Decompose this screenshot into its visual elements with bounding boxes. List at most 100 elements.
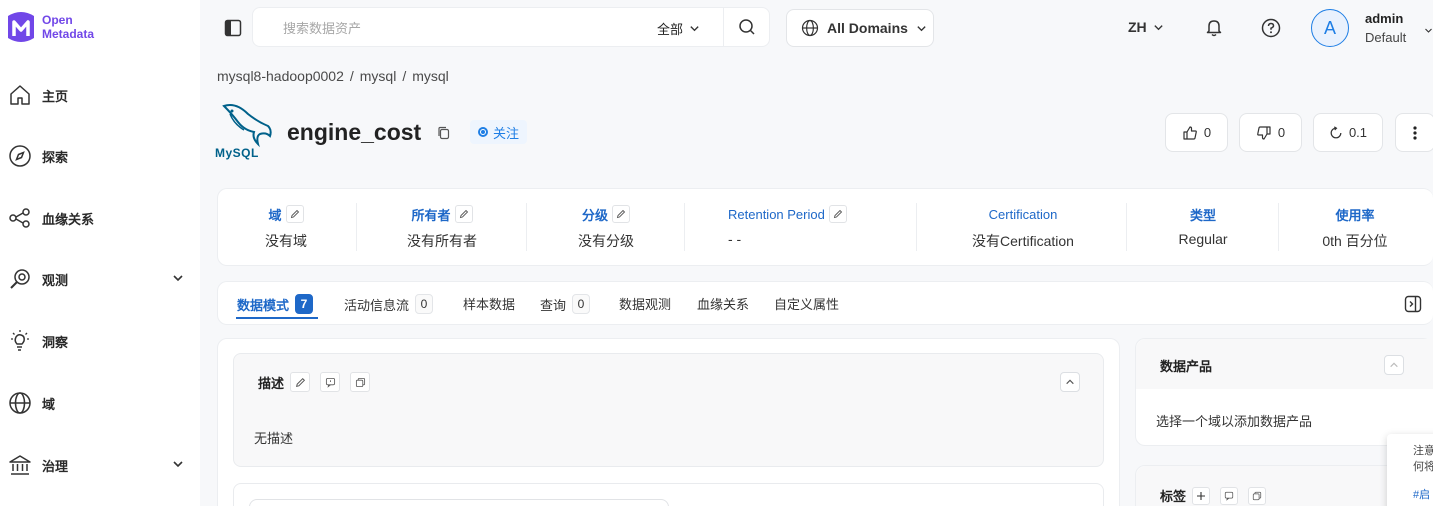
- globe-icon: [8, 391, 32, 415]
- compass-icon: [8, 144, 32, 168]
- edit-icon[interactable]: [290, 372, 311, 392]
- info-label: 使用率: [1335, 207, 1375, 223]
- info-value: 没有所有者: [407, 233, 477, 249]
- tab-count: 7: [295, 294, 314, 314]
- sidebar-item-label: 探索: [42, 149, 69, 165]
- bell-icon[interactable]: [1204, 17, 1224, 37]
- help-icon[interactable]: [1261, 18, 1281, 38]
- search-button[interactable]: [723, 8, 769, 46]
- tab-label: 血缘关系: [697, 297, 750, 312]
- info-label: 域: [268, 207, 282, 223]
- info-certification: Certification 没有Certification: [918, 203, 1128, 251]
- data-products-card: 数据产品 选择一个域以添加数据产品: [1135, 338, 1433, 446]
- search-scope-label: 全部: [657, 22, 684, 37]
- edit-icon[interactable]: [612, 205, 630, 223]
- suggest-icon[interactable]: [350, 372, 371, 392]
- tab-count: 0: [415, 294, 434, 314]
- version-button[interactable]: 0.1: [1313, 113, 1383, 152]
- sidebar-toggle-icon[interactable]: [224, 19, 242, 37]
- schema-search-box[interactable]: [249, 499, 669, 506]
- avatar[interactable]: A: [1311, 9, 1349, 47]
- breadcrumb-item-service[interactable]: mysql8-hadoop0002: [217, 68, 344, 84]
- tab-label: 数据观测: [619, 297, 672, 312]
- search-input[interactable]: [283, 18, 623, 38]
- chevron-down-icon[interactable]: [172, 272, 184, 284]
- divider: [526, 203, 527, 251]
- sidebar-item-observability[interactable]: 观测: [8, 264, 192, 294]
- search-scope-dropdown[interactable]: 全部: [657, 19, 700, 38]
- panel-toggle-icon[interactable]: [1404, 295, 1422, 313]
- breadcrumb-item-database[interactable]: mysql: [360, 68, 397, 84]
- chevron-up-icon: [1065, 377, 1075, 387]
- dislike-button[interactable]: 0: [1239, 113, 1302, 152]
- insight-icon: [8, 329, 32, 353]
- tab-label: 自定义属性: [774, 297, 840, 312]
- info-value: Regular: [1178, 231, 1228, 247]
- description-text: 无描述: [254, 431, 294, 446]
- chevron-down-icon[interactable]: [1424, 25, 1433, 36]
- observe-icon: [8, 267, 32, 291]
- follow-button[interactable]: 关注: [470, 120, 528, 144]
- description-card: 描述 无描述: [233, 353, 1104, 467]
- divider: [916, 203, 917, 251]
- tab-activity-feed[interactable]: 活动信息流 0: [344, 294, 434, 314]
- info-domain: 域 没有域: [218, 203, 354, 251]
- sidebar-item-insights[interactable]: 洞察: [8, 326, 192, 356]
- divider: [1126, 203, 1127, 251]
- chevron-down-icon: [916, 23, 927, 34]
- tags-title: 标签: [1160, 489, 1187, 504]
- brand-line-2: Metadata: [42, 27, 95, 41]
- tab-schema[interactable]: 数据模式 7: [237, 294, 314, 314]
- request-description-icon[interactable]: [320, 372, 341, 392]
- edit-icon[interactable]: [454, 205, 473, 223]
- breadcrumb-item-schema[interactable]: mysql: [412, 68, 449, 84]
- collapse-button[interactable]: [1060, 372, 1080, 392]
- sidebar-item-label: 洞察: [42, 334, 69, 350]
- search-icon: [738, 18, 756, 36]
- tab-label: 活动信息流: [344, 297, 410, 313]
- popover-text-1: 注意: [1413, 445, 1433, 457]
- add-tag-icon[interactable]: [1192, 486, 1211, 505]
- mysql-logo-icon: MySQL: [214, 100, 278, 162]
- copy-icon[interactable]: [436, 125, 452, 141]
- user-name: admin: [1365, 11, 1404, 26]
- domains-dropdown[interactable]: All Domains: [786, 9, 934, 47]
- request-tags-icon[interactable]: [1220, 486, 1239, 505]
- openmetadata-logo-icon: [8, 12, 34, 42]
- info-tier: 分级 没有分级: [528, 203, 684, 251]
- chevron-down-icon[interactable]: [172, 458, 184, 470]
- divider: [1278, 203, 1279, 251]
- sidebar-item-governance[interactable]: 治理: [8, 450, 192, 480]
- collapse-button[interactable]: [1384, 355, 1404, 375]
- globe-icon: [801, 19, 819, 37]
- language-label: ZH: [1128, 19, 1147, 35]
- suggest-icon[interactable]: [1248, 486, 1267, 505]
- tab-custom-properties[interactable]: 自定义属性: [774, 294, 839, 313]
- info-value: 没有域: [265, 233, 307, 249]
- entity-info-bar: 域 没有域 所有者 没有所有者 分级 没有分级 Retention Period…: [217, 188, 1433, 266]
- info-value: 没有分级: [578, 233, 634, 249]
- tab-label: 查询: [540, 297, 567, 313]
- tab-sample-data[interactable]: 样本数据: [463, 294, 515, 313]
- dislike-count: 0: [1277, 125, 1286, 140]
- sidebar-item-lineage[interactable]: 血缘关系: [8, 203, 192, 233]
- lineage-icon: [8, 206, 32, 230]
- sidebar-item-domains[interactable]: 域: [8, 388, 192, 418]
- edit-icon[interactable]: [828, 205, 847, 223]
- like-button[interactable]: 0: [1165, 113, 1228, 152]
- edit-icon[interactable]: [285, 205, 304, 223]
- tab-lineage[interactable]: 血缘关系: [697, 294, 749, 313]
- tab-data-observability[interactable]: 数据观测: [619, 294, 671, 313]
- schema-table-card: [233, 483, 1104, 506]
- sidebar-item-home[interactable]: 主页: [8, 80, 192, 110]
- logo[interactable]: Open Metadata: [4, 8, 94, 46]
- data-products-title: 数据产品: [1160, 359, 1213, 374]
- info-value: - -: [728, 231, 742, 247]
- tab-label: 样本数据: [463, 297, 516, 312]
- user-role: Default: [1365, 30, 1407, 45]
- tab-queries[interactable]: 查询 0: [540, 294, 591, 314]
- more-options-button[interactable]: [1395, 113, 1433, 152]
- popover-link[interactable]: #启: [1413, 486, 1430, 502]
- sidebar-item-explore[interactable]: 探索: [8, 141, 192, 171]
- language-dropdown[interactable]: ZH: [1128, 19, 1164, 35]
